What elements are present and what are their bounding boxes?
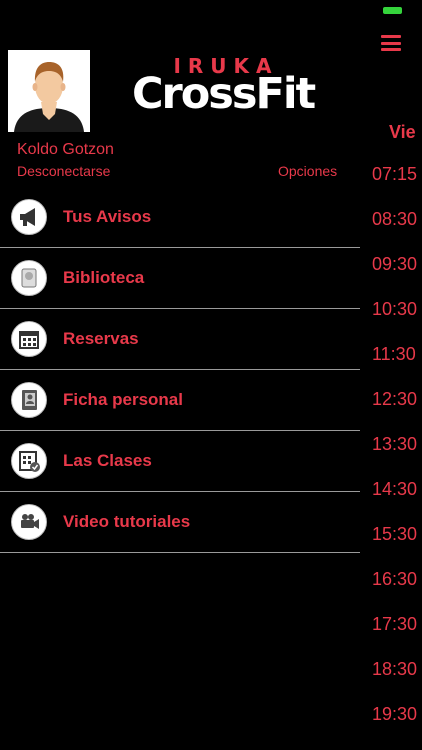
menu-item-ficha[interactable]: Ficha personal <box>0 370 360 431</box>
calendar-icon <box>11 321 47 357</box>
logo: IRUKA CrossFit <box>130 54 322 124</box>
schedule-time[interactable]: 08:30 <box>372 206 417 251</box>
schedule-time[interactable]: 17:30 <box>372 611 417 656</box>
menu-item-label: Ficha personal <box>63 390 183 409</box>
schedule-time[interactable]: 13:30 <box>372 431 417 476</box>
user-name: Koldo Gotzon <box>17 141 114 158</box>
hamburger-icon[interactable] <box>381 35 401 51</box>
menu-item-biblioteca[interactable]: Biblioteca <box>0 248 360 309</box>
logout-link[interactable]: Desconectarse <box>17 163 110 179</box>
menu-item-videos[interactable]: Video tutoriales <box>0 492 360 553</box>
schedule-time[interactable]: 11:30 <box>372 341 417 386</box>
schedule-time[interactable]: 16:30 <box>372 566 417 611</box>
battery-indicator <box>383 7 402 14</box>
schedule-time[interactable]: 12:30 <box>372 386 417 431</box>
menu-item-label: Reservas <box>63 329 139 348</box>
menu-item-avisos[interactable]: Tus Avisos <box>0 187 360 248</box>
schedule-time[interactable]: 07:15 <box>372 161 417 206</box>
schedule-time[interactable]: 14:30 <box>372 476 417 521</box>
megaphone-icon <box>11 199 47 235</box>
menu-item-label: Tus Avisos <box>63 207 152 226</box>
menu-item-clases[interactable]: Las Clases <box>0 431 360 492</box>
schedule-time[interactable]: 19:30 <box>372 701 417 746</box>
side-menu: Tus Avisos Biblioteca Reservas Ficha per… <box>0 187 360 553</box>
schedule-time[interactable]: 18:30 <box>372 656 417 701</box>
logo-main-text: CrossFit <box>132 69 316 119</box>
book-icon <box>11 260 47 296</box>
schedule-time[interactable]: 09:30 <box>372 251 417 296</box>
avatar[interactable] <box>8 50 90 132</box>
contact-card-icon <box>11 382 47 418</box>
schedule-time[interactable]: 10:30 <box>372 296 417 341</box>
options-link[interactable]: Opciones <box>278 163 337 179</box>
menu-item-reservas[interactable]: Reservas <box>0 309 360 370</box>
menu-item-label: Video tutoriales <box>63 512 191 531</box>
schedule-icon <box>11 443 47 479</box>
video-camera-icon <box>11 504 47 540</box>
schedule-time[interactable]: 15:30 <box>372 521 417 566</box>
schedule-times: 07:15 08:30 09:30 10:30 11:30 12:30 13:3… <box>372 161 417 746</box>
menu-item-label: Biblioteca <box>63 268 145 287</box>
menu-item-label: Las Clases <box>63 451 152 470</box>
schedule-day-header: Vie <box>389 122 416 142</box>
